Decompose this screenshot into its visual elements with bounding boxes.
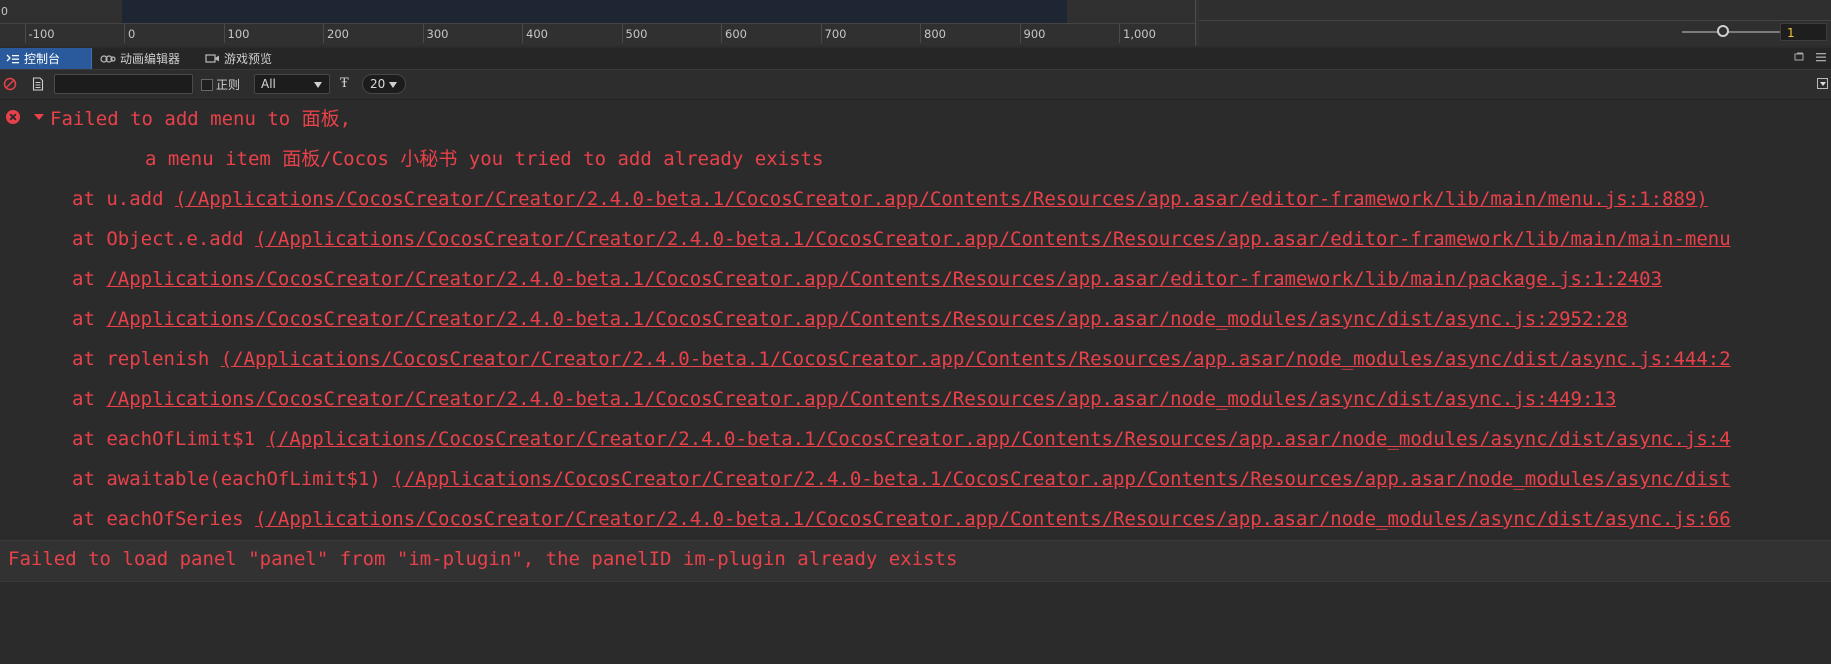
regex-label: 正则 [216,78,241,92]
stack-frame-prefix: at eachOfSeries [72,508,256,530]
log-message: Failed to load panel "panel" from "im-pl… [8,548,958,570]
tab-label: 控制台 [24,52,61,66]
log-title: Failed to add menu to 面板, [50,108,352,130]
ruler-tick-line [323,24,324,43]
ruler-tick-label: 300 [426,27,449,41]
console-toolbar: 正则 All Ŧ 20 [0,70,1831,100]
stack-frame: at /Applications/CocosCreator/Creator/2.… [72,304,1628,334]
list-icon [6,54,19,63]
stack-frame-path-link[interactable]: /Applications/CocosCreator/Creator/2.4.0… [106,388,1616,410]
ruler-tick-label: 800 [924,27,946,41]
stack-frame-prefix: at eachOfLimit$1 [72,428,267,450]
stack-frame: at eachOfSeries (/Applications/CocosCrea… [72,504,1731,534]
stack-frame-path-link[interactable]: (/Applications/CocosCreator/Creator/2.4.… [221,348,1731,370]
zoom-panel: 1 [1199,0,1831,46]
stack-frame-path-link[interactable]: /Applications/CocosCreator/Creator/2.4.0… [106,268,1662,290]
zoom-slider-handle[interactable] [1717,25,1729,37]
stack-frame-prefix: at [72,388,107,410]
stack-frame-prefix: at awaitable(eachOfLimit$1) [72,468,393,490]
camera-icon [205,54,219,63]
open-log-file-icon[interactable] [32,77,44,91]
ruler-tick-label: 200 [327,27,349,41]
chevron-down-icon [314,82,322,88]
stack-frame-prefix: at Object.e.add [72,228,256,250]
stack-frame: at /Applications/CocosCreator/Creator/2.… [72,264,1662,294]
panel-tab-bar: 控制台 动画编辑器 游戏预览 [0,48,1831,70]
tab-label: 动画编辑器 [120,52,181,66]
chevron-down-icon [389,82,397,88]
ruler-tick-label: -100 [28,27,55,41]
search-input[interactable] [54,74,193,94]
zoom-input[interactable]: 1 [1780,23,1827,41]
zoom-slider[interactable] [1682,31,1786,33]
stack-frame: at replenish (/Applications/CocosCreator… [72,344,1731,374]
ruler-tick-label: 900 [1023,27,1046,41]
log-entry[interactable]: Failed to add menu to 面板, a menu item 面板… [0,100,1831,539]
menu-icon[interactable] [1815,51,1827,63]
ruler-tick-line [223,24,225,43]
ruler-tick-label: 100 [227,27,250,41]
font-size-select[interactable]: 20 [362,74,406,94]
ruler-tick-line [422,24,424,43]
tab-label: 游戏预览 [224,52,273,66]
tab-console[interactable]: 控制台 [0,48,92,69]
log-entry[interactable]: Failed to load panel "panel" from "im-pl… [0,540,1831,582]
ruler-tick-line [522,24,523,43]
console-log: Failed to add menu to 面板, a menu item 面板… [0,100,1831,664]
ruler-tick-line [124,24,125,43]
regex-toggle[interactable]: 正则 [201,76,240,93]
ruler-tick-label: 600 [725,27,747,41]
ruler-tick-line [24,24,26,43]
ruler-tick-line [820,24,822,43]
tab-animation-editor[interactable]: 动画编辑器 [94,48,198,69]
ruler-tick-line [721,24,722,43]
stack-frame-prefix: at replenish [72,348,221,370]
animation-icon [100,54,116,63]
tab-game-preview[interactable]: 游戏预览 [199,48,289,69]
stack-frame: at awaitable(eachOfLimit$1) (/Applicatio… [72,464,1731,494]
horizontal-ruler: 0 -100 0 100 200 300 400 500 600 700 800 900 1,000 [0,0,1196,46]
panel-actions [1793,51,1827,63]
maximize-icon[interactable] [1793,51,1805,63]
scene-viewport-strip [122,0,1067,24]
ruler-tick-label: 700 [824,27,847,41]
stack-frame-prefix: at [72,268,107,290]
stack-frame: at u.add (/Applications/CocosCreator/Cre… [72,184,1708,214]
stack-frame: at /Applications/CocosCreator/Creator/2.… [72,384,1616,414]
ruler-tick-line [1019,24,1021,43]
error-icon [6,110,20,124]
stack-frame-path-link[interactable]: /Applications/CocosCreator/Creator/2.4.0… [106,308,1627,330]
stack-frame-prefix: at u.add [72,188,175,210]
log-level-select[interactable]: All [254,74,330,94]
ruler-tick-line [920,24,921,43]
font-size-value: 20 [370,77,386,91]
divider [1199,20,1831,21]
font-size-icon: Ŧ [340,76,349,91]
scene-ruler-area: 0 -100 0 100 200 300 400 500 600 700 800 900 1,000 … [0,0,1831,46]
collapse-all-button[interactable] [1817,78,1828,89]
stack-frame-prefix: at [72,308,107,330]
expand-arrow-icon[interactable] [34,114,44,120]
stack-frame-path-link[interactable]: (/Applications/CocosCreator/Creator/2.4.… [255,228,1731,250]
ruler-tick-line [1119,24,1120,43]
ruler-zero-label: 0 [1,5,8,18]
stack-frame: at eachOfLimit$1 (/Applications/CocosCre… [72,424,1731,454]
stack-frame-path-link[interactable]: (/Applications/CocosCreator/Creator/2.4.… [266,428,1730,450]
stack-frame-path-link[interactable]: (/Applications/CocosCreator/Creator/2.4.… [392,468,1730,490]
ruler-tick-label: 1,000 [1123,27,1156,41]
ruler-tick-line [621,24,623,43]
stack-frame: at Object.e.add (/Applications/CocosCrea… [72,224,1731,254]
log-message: a menu item 面板/Cocos 小秘书 you tried to ad… [145,148,824,170]
log-level-value: All [261,77,276,91]
ruler-tick-label: 0 [128,27,136,41]
stack-frame-path-link[interactable]: (/Applications/CocosCreator/Creator/2.4.… [255,508,1731,530]
stack-frame-path-link[interactable]: (/Applications/CocosCreator/Creator/2.4.… [175,188,1708,210]
clear-icon[interactable] [3,77,17,91]
ruler-ticks [0,23,1195,44]
ruler-tick-label: 500 [625,27,648,41]
regex-checkbox[interactable] [201,78,213,91]
ruler-tick-label: 400 [526,27,548,41]
